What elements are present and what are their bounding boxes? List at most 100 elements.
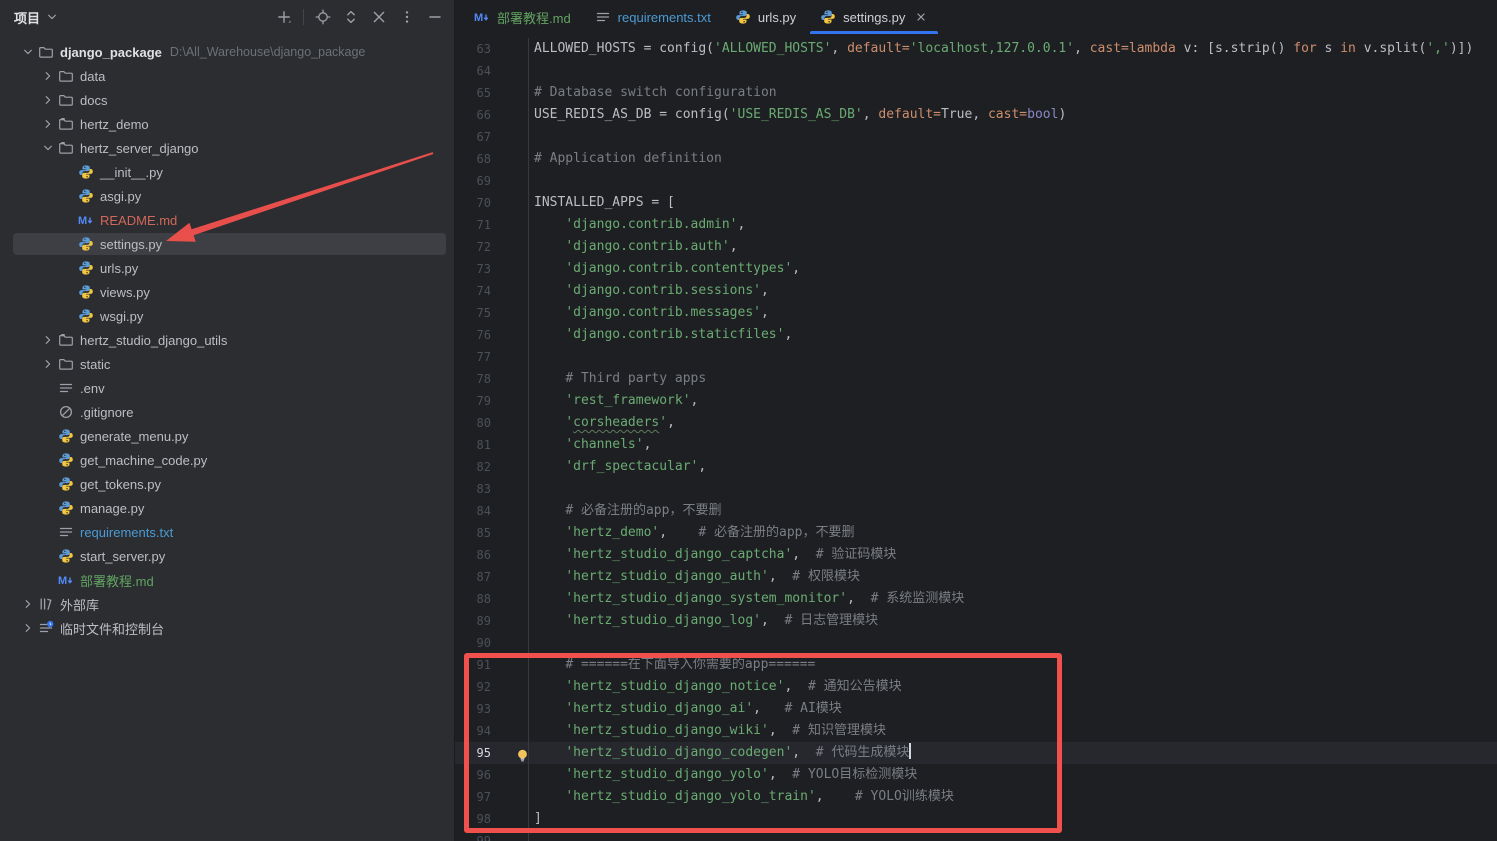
line-number[interactable]: 77 xyxy=(455,346,529,368)
line-number[interactable]: 65 xyxy=(455,82,529,104)
tab-部署教程.md[interactable]: 部署教程.md xyxy=(462,0,583,34)
tree-item-generate_menu.py[interactable]: generate_menu.py xyxy=(0,424,454,448)
line-number[interactable]: 68 xyxy=(455,148,529,170)
line-number[interactable]: 78 xyxy=(455,368,529,390)
line-number[interactable]: 76 xyxy=(455,324,529,346)
tree-item-django_package[interactable]: django_packageD:\All_Warehouse\django_pa… xyxy=(0,40,454,64)
code-line-85[interactable]: 85 'hertz_demo', # 必备注册的app，不要删 xyxy=(455,522,1497,544)
line-number[interactable]: 85 xyxy=(455,522,529,544)
close-tab-icon[interactable] xyxy=(914,10,928,24)
line-number[interactable]: 97 xyxy=(455,786,529,808)
code-line-70[interactable]: 70INSTALLED_APPS = [ xyxy=(455,192,1497,214)
project-panel-title[interactable]: 项目 xyxy=(14,8,40,27)
tree-item-data[interactable]: data xyxy=(0,64,454,88)
tree-item-部署教程.md[interactable]: 部署教程.md xyxy=(0,568,454,592)
code-line-92[interactable]: 92 'hertz_studio_django_notice', # 通知公告模… xyxy=(455,676,1497,698)
more-options-icon[interactable] xyxy=(398,8,416,26)
code-line-84[interactable]: 84 # 必备注册的app，不要删 xyxy=(455,500,1497,522)
line-number[interactable]: 71 xyxy=(455,214,529,236)
code-line-71[interactable]: 71 'django.contrib.admin', xyxy=(455,214,1497,236)
line-number[interactable]: 74 xyxy=(455,280,529,302)
code-line-88[interactable]: 88 'hertz_studio_django_system_monitor',… xyxy=(455,588,1497,610)
add-icon[interactable] xyxy=(275,8,293,26)
expand-all-icon[interactable] xyxy=(342,8,360,26)
tree-item-hertz_server_django[interactable]: hertz_server_django xyxy=(0,136,454,160)
tree-item-static[interactable]: static xyxy=(0,352,454,376)
line-number[interactable]: 80 xyxy=(455,412,529,434)
line-number[interactable]: 79 xyxy=(455,390,529,412)
tree-item-临时文件和控制台[interactable]: 临时文件和控制台 xyxy=(0,616,454,640)
line-number[interactable]: 83 xyxy=(455,478,529,500)
code-line-83[interactable]: 83 xyxy=(455,478,1497,500)
line-number[interactable]: 93 xyxy=(455,698,529,720)
code-line-96[interactable]: 96 'hertz_studio_django_yolo', # YOLO目标检… xyxy=(455,764,1497,786)
code-line-65[interactable]: 65# Database switch configuration xyxy=(455,82,1497,104)
code-line-97[interactable]: 97 'hertz_studio_django_yolo_train', # Y… xyxy=(455,786,1497,808)
code-line-80[interactable]: 80 'corsheaders', xyxy=(455,412,1497,434)
tree-item-urls.py[interactable]: urls.py xyxy=(0,256,454,280)
code-line-69[interactable]: 69 xyxy=(455,170,1497,192)
code-line-87[interactable]: 87 'hertz_studio_django_auth', # 权限模块 xyxy=(455,566,1497,588)
code-line-76[interactable]: 76 'django.contrib.staticfiles', xyxy=(455,324,1497,346)
line-number[interactable]: 66 xyxy=(455,104,529,126)
line-number[interactable]: 88 xyxy=(455,588,529,610)
tree-item-requirements.txt[interactable]: requirements.txt xyxy=(0,520,454,544)
code-line-78[interactable]: 78 # Third party apps xyxy=(455,368,1497,390)
tree-item-wsgi.py[interactable]: wsgi.py xyxy=(0,304,454,328)
code-line-89[interactable]: 89 'hertz_studio_django_log', # 日志管理模块 xyxy=(455,610,1497,632)
code-line-63[interactable]: 63ALLOWED_HOSTS = config('ALLOWED_HOSTS'… xyxy=(455,38,1497,60)
line-number[interactable]: 72 xyxy=(455,236,529,258)
line-number[interactable]: 98 xyxy=(455,808,529,830)
code-line-91[interactable]: 91 # ======在下面导入你需要的app====== xyxy=(455,654,1497,676)
code-line-75[interactable]: 75 'django.contrib.messages', xyxy=(455,302,1497,324)
tree-item-settings.py[interactable]: settings.py xyxy=(0,232,454,256)
code-line-74[interactable]: 74 'django.contrib.sessions', xyxy=(455,280,1497,302)
code-line-94[interactable]: 94 'hertz_studio_django_wiki', # 知识管理模块 xyxy=(455,720,1497,742)
tree-item-README.md[interactable]: README.md xyxy=(0,208,454,232)
line-number[interactable]: 99 xyxy=(455,830,529,841)
line-number[interactable]: 91 xyxy=(455,654,529,676)
line-number[interactable]: 67 xyxy=(455,126,529,148)
tree-item-asgi.py[interactable]: asgi.py xyxy=(0,184,454,208)
code-line-86[interactable]: 86 'hertz_studio_django_captcha', # 验证码模… xyxy=(455,544,1497,566)
line-number[interactable]: 81 xyxy=(455,434,529,456)
code-line-67[interactable]: 67 xyxy=(455,126,1497,148)
tree-item-hertz_demo[interactable]: hertz_demo xyxy=(0,112,454,136)
line-number[interactable]: 63 xyxy=(455,38,529,60)
tree-item-.gitignore[interactable]: .gitignore xyxy=(0,400,454,424)
code-editor[interactable]: 63ALLOWED_HOSTS = config('ALLOWED_HOSTS'… xyxy=(455,34,1497,841)
code-line-66[interactable]: 66USE_REDIS_AS_DB = config('USE_REDIS_AS… xyxy=(455,104,1497,126)
code-line-73[interactable]: 73 'django.contrib.contenttypes', xyxy=(455,258,1497,280)
code-line-68[interactable]: 68# Application definition xyxy=(455,148,1497,170)
tab-urls.py[interactable]: urls.py xyxy=(723,0,808,34)
line-number[interactable]: 87 xyxy=(455,566,529,588)
code-line-64[interactable]: 64 xyxy=(455,60,1497,82)
code-line-72[interactable]: 72 'django.contrib.auth', xyxy=(455,236,1497,258)
code-line-98[interactable]: 98] xyxy=(455,808,1497,830)
code-line-95[interactable]: 95 'hertz_studio_django_codegen', # 代码生成… xyxy=(455,742,1497,764)
tree-item-__init__.py[interactable]: __init__.py xyxy=(0,160,454,184)
tree-item-get_tokens.py[interactable]: get_tokens.py xyxy=(0,472,454,496)
code-line-77[interactable]: 77 xyxy=(455,346,1497,368)
tree-item-外部库[interactable]: 外部库 xyxy=(0,592,454,616)
locate-file-icon[interactable] xyxy=(314,8,332,26)
tree-item-views.py[interactable]: views.py xyxy=(0,280,454,304)
code-line-93[interactable]: 93 'hertz_studio_django_ai', # AI模块 xyxy=(455,698,1497,720)
tree-item-start_server.py[interactable]: start_server.py xyxy=(0,544,454,568)
line-number[interactable]: 86 xyxy=(455,544,529,566)
line-number[interactable]: 92 xyxy=(455,676,529,698)
line-number[interactable]: 90 xyxy=(455,632,529,654)
line-number[interactable]: 89 xyxy=(455,610,529,632)
line-number[interactable]: 69 xyxy=(455,170,529,192)
line-number[interactable]: 84 xyxy=(455,500,529,522)
code-line-90[interactable]: 90 xyxy=(455,632,1497,654)
code-line-79[interactable]: 79 'rest_framework', xyxy=(455,390,1497,412)
tree-item-hertz_studio_django_utils[interactable]: hertz_studio_django_utils xyxy=(0,328,454,352)
tree-item-docs[interactable]: docs xyxy=(0,88,454,112)
line-number[interactable]: 94 xyxy=(455,720,529,742)
line-number[interactable]: 64 xyxy=(455,60,529,82)
line-number[interactable]: 70 xyxy=(455,192,529,214)
tab-settings.py[interactable]: settings.py xyxy=(808,0,940,34)
code-line-82[interactable]: 82 'drf_spectacular', xyxy=(455,456,1497,478)
code-line-99[interactable]: 99 xyxy=(455,830,1497,841)
